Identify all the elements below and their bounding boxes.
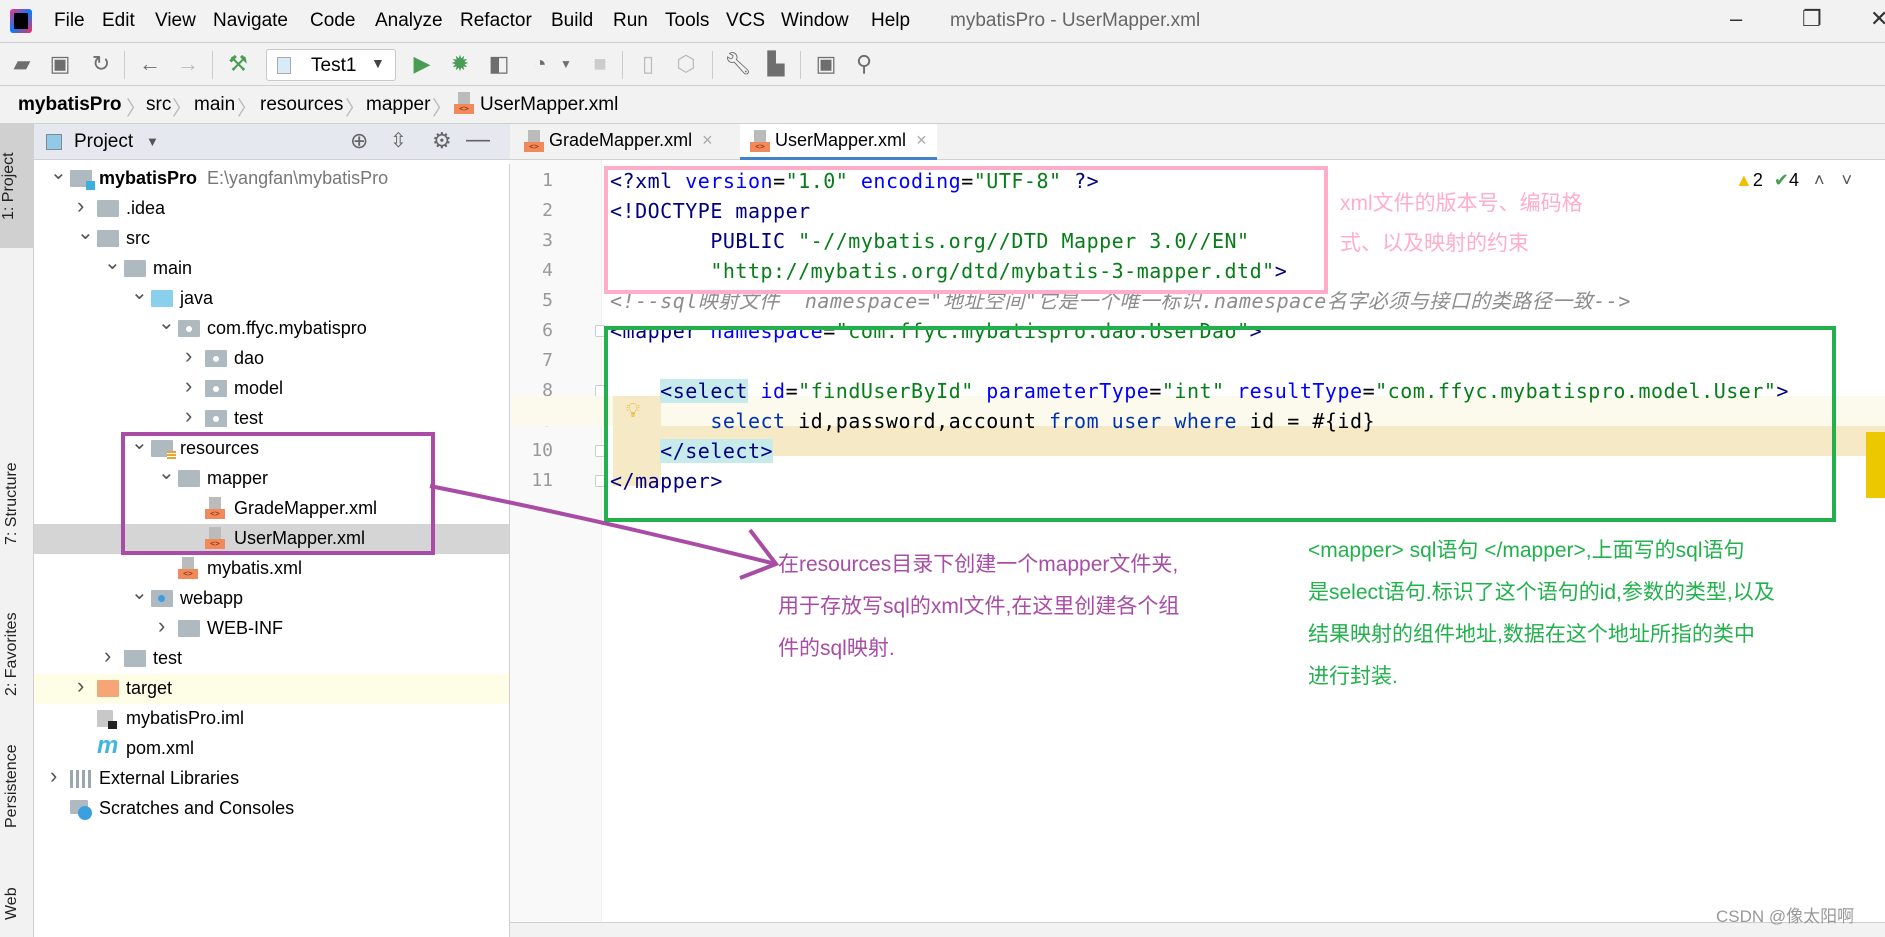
purple-annotation: 在resources目录下创建一个mapper文件夹, 用于存放写sql的xml… (778, 544, 1179, 670)
annotation-line: 在resources目录下创建一个mapper文件夹, (778, 553, 1179, 576)
annotation-line: 用于存放写sql的xml文件,在这里创建各个组 (778, 595, 1180, 618)
annotation-line: 式、以及映射的约束 (1340, 232, 1529, 255)
annotation-line: 是select语句.标识了这个语句的id,参数的类型,以及 (1308, 581, 1775, 604)
watermark: CSDN @像太阳啊 (1716, 907, 1855, 926)
annotation-line: 进行封装. (1308, 665, 1398, 688)
status-bar (510, 922, 1885, 937)
annotation-line: 件的sql映射. (778, 637, 895, 660)
green-annotation: <mapper> sql语句 </mapper>,上面写的sql语句 是sele… (1308, 530, 1775, 698)
annotation-line: <mapper> sql语句 </mapper>,上面写的sql语句 (1308, 539, 1745, 562)
annotation-arrow (429, 484, 780, 580)
annotation-line: 结果映射的组件地址,数据在这个地址所指的类中 (1308, 623, 1755, 646)
annotation-line: xml文件的版本号、编码格 (1340, 192, 1583, 215)
pink-annotation: xml文件的版本号、编码格 式、以及映射的约束 (1340, 184, 1583, 264)
